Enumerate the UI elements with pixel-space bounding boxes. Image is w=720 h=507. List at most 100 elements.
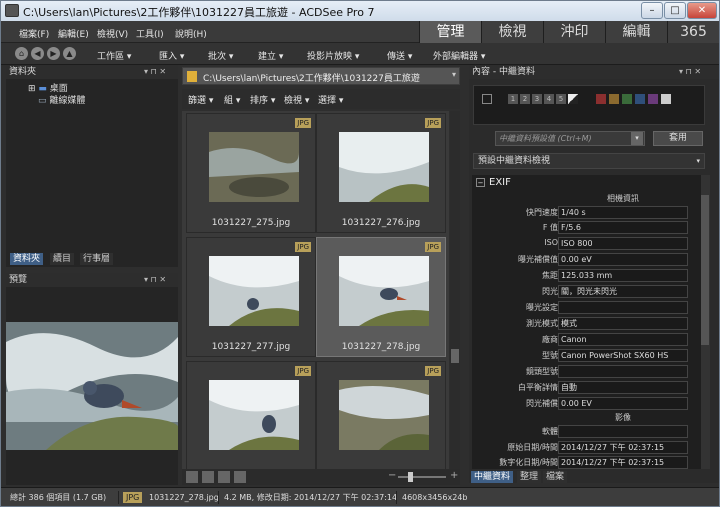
toolbar-batch[interactable]: 批次 ▾ bbox=[208, 49, 233, 62]
home-icon[interactable]: ⌂ bbox=[15, 47, 28, 60]
tab-calendar[interactable]: 行事層 bbox=[80, 253, 114, 265]
toolbar-slideshow[interactable]: 投影片放映 ▾ bbox=[307, 49, 359, 62]
properties-scrollbar[interactable] bbox=[700, 175, 710, 469]
zoom-handle[interactable] bbox=[408, 472, 413, 482]
toolbar-external-editor[interactable]: 外部編輯器 ▾ bbox=[433, 49, 485, 62]
select-button[interactable]: 選擇 ▾ bbox=[318, 93, 343, 106]
label-red[interactable] bbox=[596, 94, 606, 104]
grid-scrollbar[interactable] bbox=[450, 111, 460, 469]
exif-value[interactable]: ISO 800 bbox=[558, 237, 688, 250]
apply-button[interactable]: 套用 bbox=[653, 131, 703, 146]
exif-value[interactable]: 2014/12/27 下午 02:37:15 bbox=[558, 456, 688, 469]
exif-value[interactable]: Canon PowerShot SX60 HS bbox=[558, 349, 688, 362]
exif-value[interactable]: Canon bbox=[558, 333, 688, 346]
rating-5[interactable]: 5 bbox=[556, 94, 566, 104]
exif-value[interactable]: 0.00 EV bbox=[558, 397, 688, 410]
thumbnail-276[interactable]: JPG 1031227_276.jpg bbox=[316, 113, 446, 233]
exif-value[interactable] bbox=[558, 365, 688, 378]
mode-view[interactable]: 檢視 bbox=[481, 21, 543, 43]
thumbnail-280[interactable]: JPG bbox=[316, 361, 446, 469]
file-grid: JPG 1031227_275.jpg JPG 1031227_276.jpg … bbox=[182, 111, 449, 469]
group-button[interactable]: 組 ▾ bbox=[224, 93, 240, 106]
exif-value[interactable] bbox=[558, 425, 688, 438]
tab-organize[interactable]: 整理 bbox=[517, 471, 542, 483]
rotate-right-icon[interactable] bbox=[218, 471, 230, 483]
tab-catalog[interactable]: 續目 bbox=[50, 253, 75, 265]
toolbar-workspace[interactable]: 工作區 ▾ bbox=[97, 49, 131, 62]
thumbnail-image bbox=[209, 380, 299, 450]
status-info: 4.2 MB, 修改日期: 2014/12/27 下午 02:37:14 bbox=[224, 493, 398, 502]
back-icon[interactable]: ◀ bbox=[31, 47, 44, 60]
menu-view[interactable]: 檢視(V) bbox=[97, 27, 128, 40]
rating-1[interactable]: 1 bbox=[508, 94, 518, 104]
exif-value[interactable]: 2014/12/27 下午 02:37:15 bbox=[558, 441, 688, 454]
scroll-thumb[interactable] bbox=[701, 195, 709, 345]
path-dropdown-icon[interactable]: ▾ bbox=[452, 70, 456, 79]
exif-value[interactable]: F/5.6 bbox=[558, 221, 688, 234]
grid-bottom-bar: − + bbox=[182, 469, 460, 485]
rating-4[interactable]: 4 bbox=[544, 94, 554, 104]
forward-icon[interactable]: ▶ bbox=[47, 47, 60, 60]
view-button[interactable]: 檢視 ▾ bbox=[284, 93, 309, 106]
pin-icon[interactable]: ▾ ⊓ ✕ bbox=[144, 65, 166, 79]
label-yellow[interactable] bbox=[609, 94, 619, 104]
pin-icon[interactable]: ▾ ⊓ ✕ bbox=[144, 273, 166, 287]
rating-2[interactable]: 2 bbox=[520, 94, 530, 104]
maximize-button[interactable]: □ bbox=[664, 2, 686, 19]
clear-rating-icon[interactable] bbox=[568, 94, 578, 104]
preview-image bbox=[6, 322, 178, 450]
toolbar-create[interactable]: 建立 ▾ bbox=[258, 49, 283, 62]
offline-media-icon: ▭ bbox=[38, 96, 47, 106]
zoom-slider[interactable] bbox=[398, 476, 446, 478]
mode-edit[interactable]: 編輯 bbox=[605, 21, 667, 43]
minimize-button[interactable]: – bbox=[641, 2, 663, 19]
mode-manage[interactable]: 管理 bbox=[419, 21, 481, 43]
image-tool-icon[interactable] bbox=[186, 471, 198, 483]
sort-button[interactable]: 排序 ▾ bbox=[250, 93, 275, 106]
path-text[interactable]: C:\Users\lan\Pictures\2工作夥伴\1031227員工旅遊 bbox=[203, 71, 420, 84]
filter-button[interactable]: 篩選 ▾ bbox=[188, 93, 213, 106]
rating-3[interactable]: 3 bbox=[532, 94, 542, 104]
tag-checkbox[interactable] bbox=[482, 94, 492, 104]
tab-folders[interactable]: 資料夾 bbox=[10, 253, 44, 265]
copy-icon[interactable] bbox=[234, 471, 246, 483]
label-blue[interactable] bbox=[635, 94, 645, 104]
menu-file[interactable]: 檔案(F) bbox=[19, 27, 49, 40]
exif-value[interactable]: 0.00 eV bbox=[558, 253, 688, 266]
label-clear[interactable] bbox=[661, 94, 671, 104]
pin-icon[interactable]: ▾ ⊓ ✕ bbox=[679, 65, 701, 79]
toolbar-send[interactable]: 傳送 ▾ bbox=[387, 49, 412, 62]
menu-edit[interactable]: 編輯(E) bbox=[58, 27, 89, 40]
thumbnail-279[interactable]: JPG bbox=[186, 361, 316, 469]
exif-value[interactable]: 關，閃光未閃光 bbox=[558, 285, 688, 298]
preset-dropdown-icon[interactable]: ▾ bbox=[631, 132, 643, 145]
scroll-thumb[interactable] bbox=[451, 349, 459, 363]
exif-header[interactable]: − EXIF bbox=[476, 177, 511, 190]
toolbar-import[interactable]: 匯入 ▾ bbox=[159, 49, 184, 62]
label-green[interactable] bbox=[622, 94, 632, 104]
menu-tools[interactable]: 工具(I) bbox=[136, 27, 164, 40]
mode-365[interactable]: 365 bbox=[667, 21, 719, 43]
zoom-out-icon[interactable]: − bbox=[388, 470, 396, 481]
close-button[interactable]: ✕ bbox=[687, 2, 717, 19]
thumbnail-275[interactable]: JPG 1031227_275.jpg bbox=[186, 113, 316, 233]
exif-value[interactable]: 125.033 mm bbox=[558, 269, 688, 282]
label-purple[interactable] bbox=[648, 94, 658, 104]
zoom-in-icon[interactable]: + bbox=[450, 470, 458, 481]
exif-value[interactable]: 1/40 s bbox=[558, 206, 688, 219]
metadata-view-select[interactable]: 預設中繼資料檢視 ▾ bbox=[473, 153, 705, 169]
thumbnail-278[interactable]: JPG 1031227_278.jpg bbox=[316, 237, 446, 357]
tab-file[interactable]: 檔案 bbox=[543, 471, 568, 483]
tab-metadata[interactable]: 中繼資料 bbox=[471, 471, 514, 483]
metadata-preset-select[interactable]: 中繼資料預設值 (Ctrl+M) bbox=[495, 131, 645, 146]
menu-help[interactable]: 說明(H) bbox=[175, 27, 207, 40]
thumbnail-277[interactable]: JPG 1031227_277.jpg bbox=[186, 237, 316, 357]
mode-develop[interactable]: 沖印 bbox=[543, 21, 605, 43]
exif-value[interactable] bbox=[558, 301, 688, 314]
rotate-left-icon[interactable] bbox=[202, 471, 214, 483]
tree-item-offline[interactable]: ▭ 離線媒體 bbox=[38, 93, 85, 106]
preview-panel: 預覽 ▾ ⊓ ✕ bbox=[6, 273, 178, 485]
exif-value[interactable]: 自動 bbox=[558, 381, 688, 394]
exif-value[interactable]: 模式 bbox=[558, 317, 688, 330]
up-icon[interactable]: ▲ bbox=[63, 47, 76, 60]
